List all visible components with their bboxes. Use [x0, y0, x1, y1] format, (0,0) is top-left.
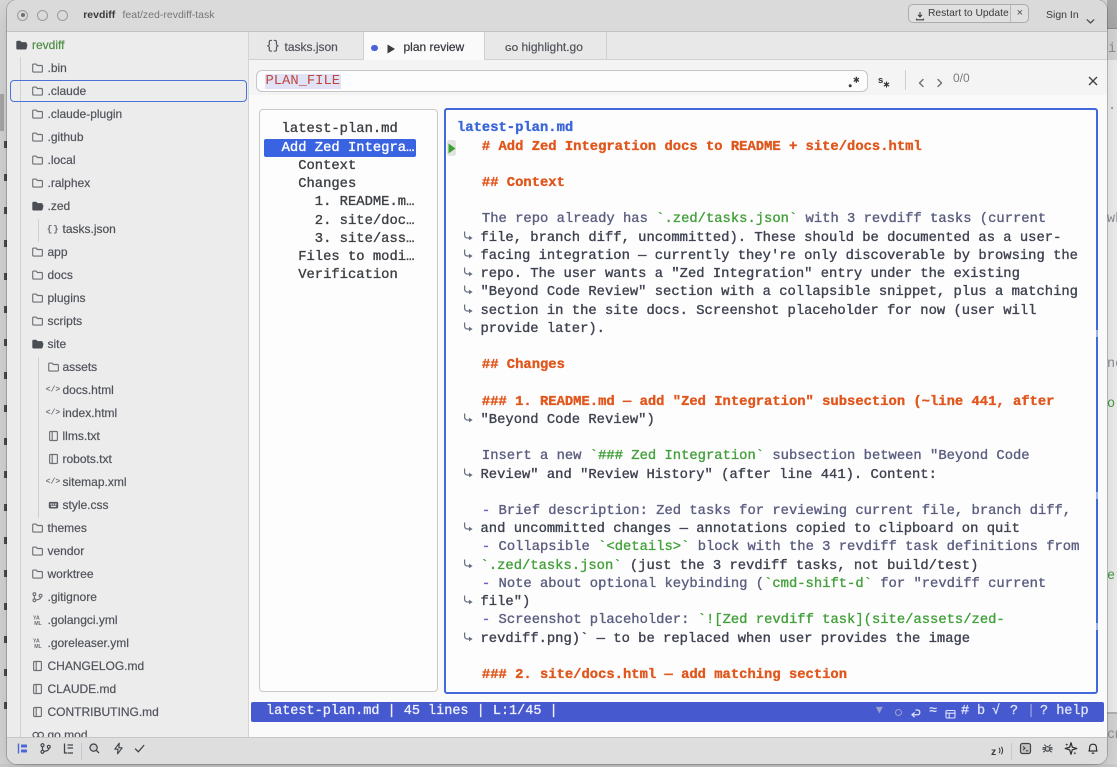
svg-text:ML: ML	[34, 644, 42, 650]
svg-text:ML: ML	[34, 621, 42, 627]
